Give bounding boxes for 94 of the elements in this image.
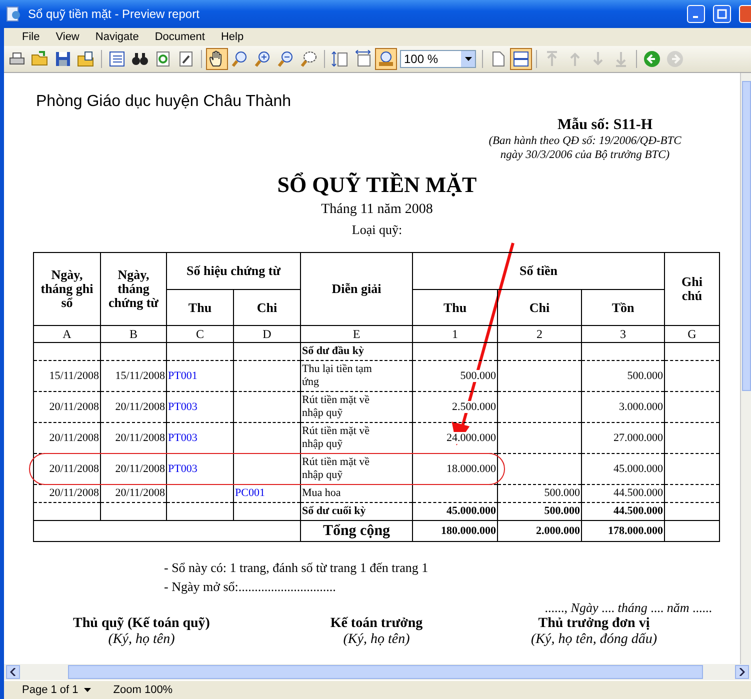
minimize-button[interactable]: [687, 5, 705, 23]
table-cell-text: 20/11/2008: [49, 487, 99, 499]
floppy-icon: [54, 50, 72, 68]
signature-hint: (Ký, họ tên): [107, 632, 176, 648]
report-title: SỔ QUỸ TIỀN MẶT: [276, 172, 478, 198]
column-header: Số tiền: [412, 252, 665, 290]
signature-hint: (Ký, họ tên, đóng dấu): [530, 632, 658, 648]
signature-hint: (Ký, họ tên): [342, 632, 411, 648]
table-cell-text: 27.000.000: [614, 432, 664, 444]
column-header: Ngày, tháng chứng từ: [100, 252, 166, 326]
toolbar-button[interactable]: [206, 48, 228, 70]
folder-icon: [31, 50, 49, 68]
fit-height-icon: [331, 50, 349, 68]
page-indicator[interactable]: Page 1 of 1: [22, 684, 92, 696]
maximize-icon: [717, 9, 727, 19]
column-header: Số hiệu chứng từ: [166, 252, 301, 290]
date-line: ......, Ngày .... tháng .... năm ......: [544, 600, 712, 615]
table-cell-text: 20/11/2008: [115, 462, 165, 474]
vertical-scrollbar[interactable]: [740, 73, 751, 664]
table-cell-text: 20/11/2008: [115, 400, 165, 412]
form-note: ngày 30/3/2006 của Bộ trưởng BTC): [500, 148, 670, 162]
window-title: Sổ quỹ tiền mặt - Preview report: [28, 7, 200, 21]
caret-icon: [464, 57, 472, 61]
close-button[interactable]: [739, 5, 751, 23]
pages-icon: [512, 50, 530, 68]
table-cell-text: 500.000: [460, 370, 496, 382]
table-cell-text: 15/11/2008: [115, 370, 165, 382]
table-cell-text: 500.000: [627, 370, 664, 382]
table-cell-text: 20/11/2008: [115, 487, 165, 499]
toolbar-button[interactable]: [510, 48, 532, 70]
table-cell-text: 178.000.000: [608, 524, 664, 536]
magnifier-icon: [231, 50, 249, 68]
zoom-out-icon: [277, 50, 295, 68]
refresh-icon: [154, 50, 172, 68]
note-line: - Ngày mở sổ:..............................: [164, 578, 337, 596]
note-line: - Sổ này có: 1 trang, đánh số từ trang 1 đến trang 1: [164, 559, 430, 577]
table-cell-text: 44.500.000: [614, 505, 664, 517]
table-cell-text: 45.000.000: [614, 462, 664, 474]
fit-width-icon: [354, 50, 372, 68]
column-header: Ghi chú: [664, 252, 720, 326]
table-cell-text: 180.000.000: [441, 524, 496, 536]
forward-icon: [666, 50, 684, 68]
menu-item[interactable]: Document: [146, 29, 213, 45]
table-cell-text: 20/11/2008: [49, 432, 99, 444]
menu-item[interactable]: File: [14, 29, 48, 45]
page-setup-icon: [177, 50, 195, 68]
maximize-button[interactable]: [713, 5, 731, 23]
table-cell-text: 45.000.000: [446, 505, 496, 517]
column-header: Ngày, tháng ghi sổ: [34, 252, 100, 326]
table-cell-text: 500.000: [544, 505, 580, 517]
table-cell-text: PT003: [168, 462, 198, 474]
table-cell-text: 15/11/2008: [49, 370, 99, 382]
zoom-area-icon: [300, 50, 318, 68]
fund-type: Loại quỹ:: [350, 222, 404, 238]
binoculars-icon: [131, 50, 149, 68]
horizontal-scrollbar[interactable]: [4, 664, 751, 680]
table-cell-text: PT003: [168, 432, 198, 444]
table-cell-text: PC001: [235, 487, 265, 499]
table-cell-text: 44.500.000: [614, 487, 664, 499]
column-header: Thu: [412, 290, 498, 326]
signature-role: Thủ quỹ (Kế toán quỹ): [72, 616, 211, 632]
menu-item[interactable]: Navigate: [87, 29, 147, 45]
form-number: Mẫu số: S11-H: [557, 117, 652, 134]
table-cell-text: 20/11/2008: [49, 400, 99, 412]
report-period: Tháng 11 năm 2008: [320, 202, 434, 218]
table-cell-text: 18.000.000: [446, 462, 496, 474]
caret-icon: [84, 688, 92, 692]
form-note: (Ban hành theo QĐ số: 19/2006/QĐ-BTC: [488, 134, 682, 148]
column-header: Thu: [166, 290, 234, 326]
organization-name: Phòng Giáo dục huyện Châu Thành: [36, 93, 292, 111]
table-cell-text: PT003: [168, 400, 198, 412]
zoom-in-icon: [254, 50, 272, 68]
signature-role: Thủ trưởng đơn vị: [537, 616, 651, 632]
table-cell-text: 20/11/2008: [115, 432, 165, 444]
table-cell-text: 24.000.000: [446, 432, 496, 444]
table-cell-text: 2.000.000: [536, 524, 580, 536]
column-header: Diễn giải: [300, 252, 413, 326]
list-icon: [108, 50, 126, 68]
zoom-dropdown[interactable]: 100 %: [400, 50, 476, 68]
back-icon: [643, 50, 661, 68]
table-cell-text: PT001: [168, 370, 198, 382]
table-cell-text: Tổng cộng: [322, 522, 390, 538]
app-icon: [6, 6, 22, 22]
zoom-level: Zoom 100%: [113, 684, 173, 696]
table-cell-text: 3.000.000: [619, 400, 664, 412]
table-cell-text: 2.500.000: [452, 400, 496, 412]
column-header: Chi: [498, 290, 582, 326]
table-cell-text: 500.000: [544, 487, 580, 499]
menu-item[interactable]: Help: [212, 29, 252, 45]
export-icon: [77, 50, 95, 68]
magnifier-icon: [377, 50, 395, 68]
menu-item[interactable]: View: [48, 29, 88, 45]
signature-role: Kế toán trưởng: [329, 616, 424, 632]
table-cell-text: 20/11/2008: [49, 462, 99, 474]
